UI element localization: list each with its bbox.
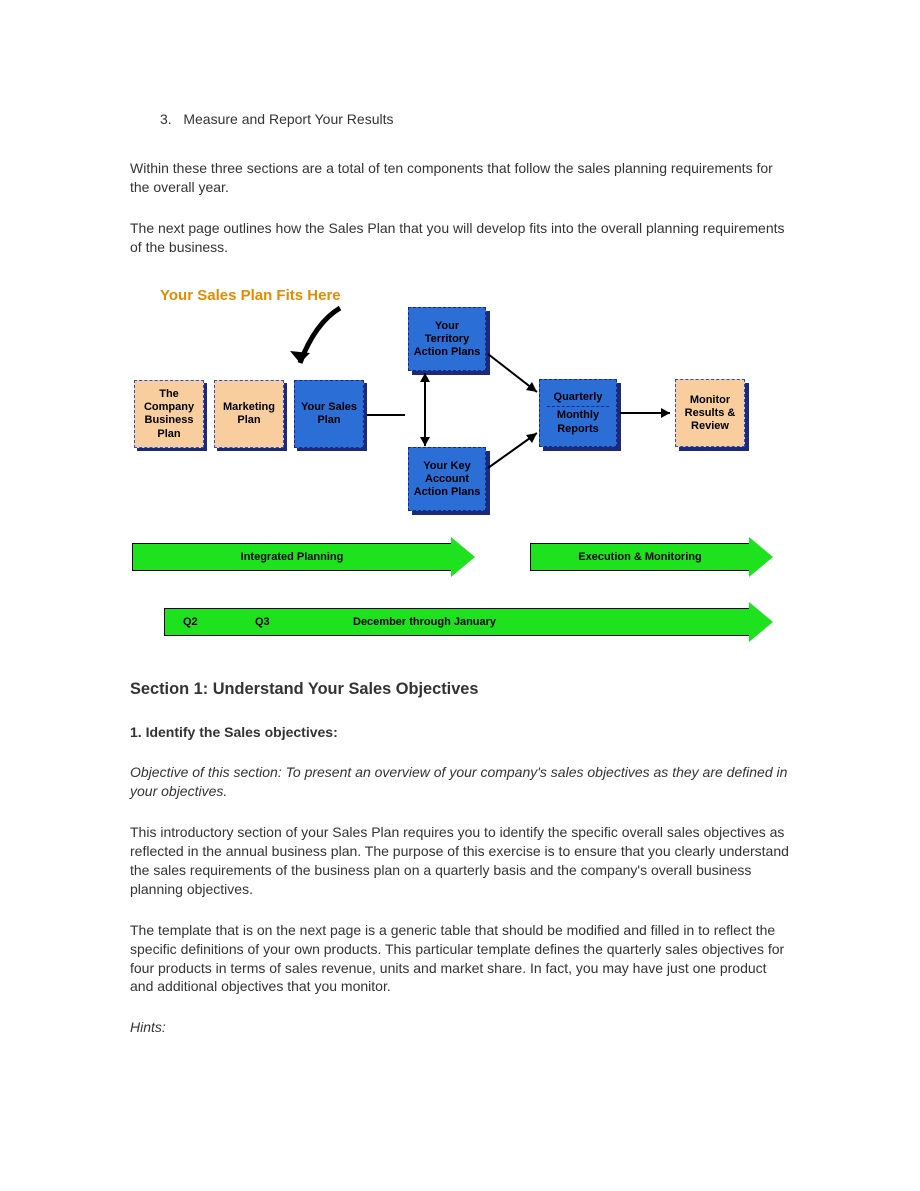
arrow-label: Integrated Planning [241, 550, 344, 565]
paragraph-2: The next page outlines how the Sales Pla… [130, 219, 790, 257]
arrow-label: Execution & Monitoring [578, 550, 701, 565]
timeline-q2: Q2 [183, 615, 198, 630]
list-item-3: 3. Measure and Report Your Results [160, 110, 790, 129]
paragraph-3: This introductory section of your Sales … [130, 823, 790, 899]
arrow-execution-monitoring: Execution & Monitoring [530, 543, 750, 571]
hints-label: Hints: [130, 1018, 790, 1037]
timeline-q3: Q3 [255, 615, 270, 630]
list-text: Measure and Report Your Results [183, 111, 393, 127]
list-number: 3. [160, 111, 172, 127]
sales-plan-diagram: Your Sales Plan Fits Here The Company Bu… [130, 278, 790, 648]
arrow-timeline: Q2 Q3 December through January [164, 608, 750, 636]
timeline-dec-jan: December through January [353, 615, 496, 630]
section-1-heading: Section 1: Understand Your Sales Objecti… [130, 678, 790, 700]
objective-text: Objective of this section: To present an… [130, 763, 790, 801]
subsection-1-heading: 1. Identify the Sales objectives: [130, 723, 790, 742]
paragraph-4: The template that is on the next page is… [130, 921, 790, 997]
arrow-integrated-planning: Integrated Planning [132, 543, 452, 571]
paragraph-1: Within these three sections are a total … [130, 159, 790, 197]
connector-arrows [130, 278, 790, 528]
